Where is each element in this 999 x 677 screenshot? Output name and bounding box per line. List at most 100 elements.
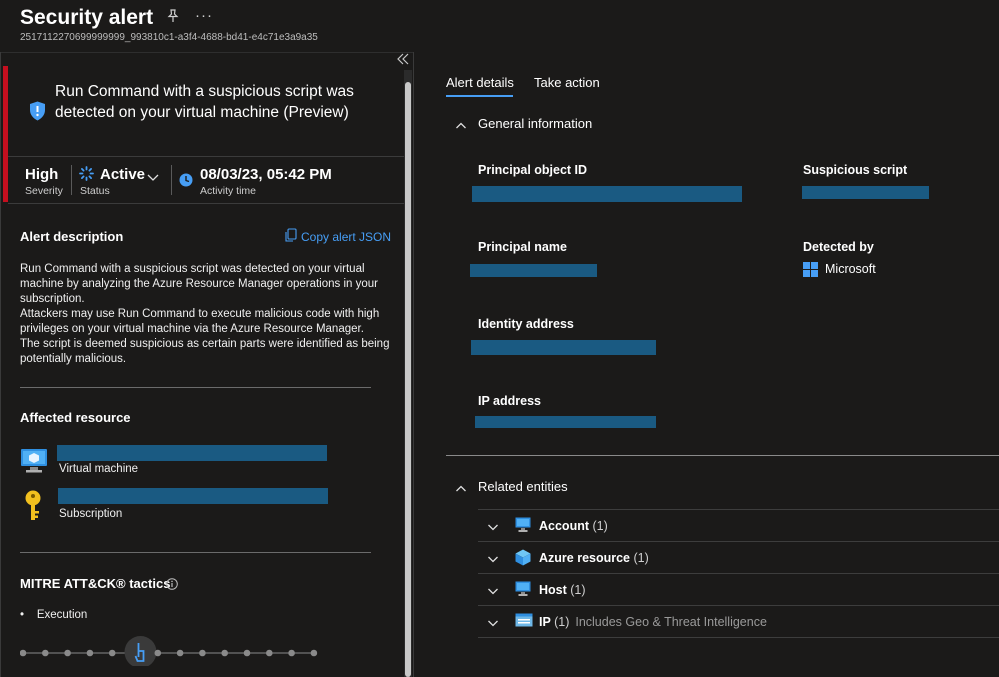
activity-time-value: 08/03/23, 05:42 PM [200,166,332,183]
divider [20,552,371,553]
entity-row-ip[interactable]: IP (1) Includes Geo & Threat Intelligence [478,606,999,638]
entity-name: Account (1) [539,519,608,533]
identity-address-label: Identity address [478,317,574,331]
divider [8,156,404,157]
entity-count: (1) [570,583,586,597]
copy-alert-json-button[interactable]: Copy alert JSON [284,228,391,246]
shield-icon [29,101,46,126]
kill-chain-stage[interactable] [176,649,184,657]
redacted-suspicious-script[interactable] [802,186,929,199]
entity-note: Includes Geo & Threat Intelligence [575,615,767,629]
entity-row-azure-resource[interactable]: Azure resource (1) [478,542,999,574]
kill-chain-stage[interactable] [154,649,162,657]
tab-alert-details[interactable]: Alert details [446,75,514,90]
tactic-list-item: • Execution [20,609,87,621]
kill-chain-stage[interactable] [288,649,295,657]
entity-row-account[interactable]: Account (1) [478,510,999,542]
copy-icon [284,228,298,246]
entity-name: Host (1) [539,583,586,597]
active-tab-indicator [446,95,513,97]
tactic-name: Execution [36,609,88,621]
kill-chain-stage[interactable] [310,649,318,657]
kill-chain-stage[interactable] [243,649,251,657]
suspicious-script-label: Suspicious script [803,163,908,177]
status-label: Status [80,185,110,197]
alert-description-text: Run Command with a suspicious script was… [20,262,390,367]
scrollbar-thumb[interactable] [405,82,411,677]
virtual-machine-label: Virtual machine [59,463,139,475]
description-line: Attackers may use Run Command to execute… [20,308,380,335]
pane-border [0,52,1,677]
detected-by-value: Microsoft [825,262,876,276]
description-line: Run Command with a suspicious script was… [20,263,378,305]
spinner-icon [79,166,94,186]
divider [446,455,999,456]
kill-chain-stage[interactable] [20,649,27,657]
monitor-icon [515,517,531,538]
more-options-button[interactable]: ··· [195,7,213,24]
mitre-kill-chain [20,636,318,666]
redacted-identity-address[interactable] [471,340,656,355]
entity-count: (1) [633,551,649,565]
kill-chain-stage[interactable] [42,649,49,657]
kill-chain-stage[interactable] [86,649,94,657]
clock-icon [179,173,193,192]
kill-chain-stage[interactable] [199,649,206,657]
severity-value: High [25,166,59,183]
kill-chain-stage[interactable] [266,649,273,657]
activity-time-label: Activity time [200,185,257,197]
chevron-down-icon[interactable] [487,552,499,570]
kill-chain-stage[interactable] [221,649,228,657]
chevron-up-icon[interactable] [455,482,467,500]
related-entities-heading[interactable]: Related entities [478,479,568,494]
status-dropdown-chevron-icon[interactable] [146,170,160,189]
divider [20,387,371,388]
info-icon[interactable] [166,577,178,595]
page-title: Security alert [20,6,154,29]
divider [8,203,404,204]
kill-chain-stage[interactable] [108,649,116,657]
principal-name-label: Principal name [478,240,567,254]
status-value: Active [100,166,146,183]
redacted-principal-name[interactable] [470,264,597,277]
affected-resource-heading: Affected resource [20,410,131,425]
general-information-heading[interactable]: General information [478,116,592,131]
chevron-up-icon[interactable] [455,119,467,137]
bullet: • [20,609,37,621]
chevron-down-icon[interactable] [487,520,499,538]
collapse-pane-icon[interactable] [396,52,410,69]
ip-icon [515,613,533,632]
description-line: The script is deemed suspicious as certa… [20,338,390,365]
tab-take-action[interactable]: Take action [534,75,600,90]
redacted-ip-address[interactable] [475,416,656,428]
chevron-down-icon[interactable] [487,616,499,634]
cube-icon [515,549,531,571]
microsoft-logo-icon [803,262,818,282]
copy-alert-json-label: Copy alert JSON [301,230,392,244]
entity-name: IP (1) Includes Geo & Threat Intelligence [539,615,767,629]
mitre-tactics-heading: MITRE ATT&CK® tactics [20,576,171,591]
pane-divider [413,52,414,677]
entity-count: (1) [592,519,608,533]
alert-name: Run Command with a suspicious script was… [55,83,354,121]
redacted-resource-name[interactable] [57,445,327,461]
redacted-principal-object-id[interactable] [472,186,742,202]
chevron-down-icon[interactable] [487,584,499,602]
virtual-machine-icon [20,448,48,479]
key-icon [24,490,42,527]
alert-description-heading: Alert description [20,229,124,244]
severity-indicator-bar [3,66,8,202]
severity-label: Severity [25,185,63,197]
entity-count: (1) [554,615,570,629]
divider [71,165,72,195]
entity-row-host[interactable]: Host (1) [478,574,999,606]
monitor-icon [515,581,531,602]
redacted-subscription-name[interactable] [58,488,328,504]
subscription-label: Subscription [59,508,123,520]
detected-by-label: Detected by [803,240,874,254]
entity-name: Azure resource (1) [539,551,649,565]
pin-icon[interactable] [166,9,180,26]
alert-id: 2517112270699999999_993810c1-a3f4-4688-b… [20,32,318,43]
kill-chain-stage[interactable] [64,649,71,657]
divider [171,165,172,195]
